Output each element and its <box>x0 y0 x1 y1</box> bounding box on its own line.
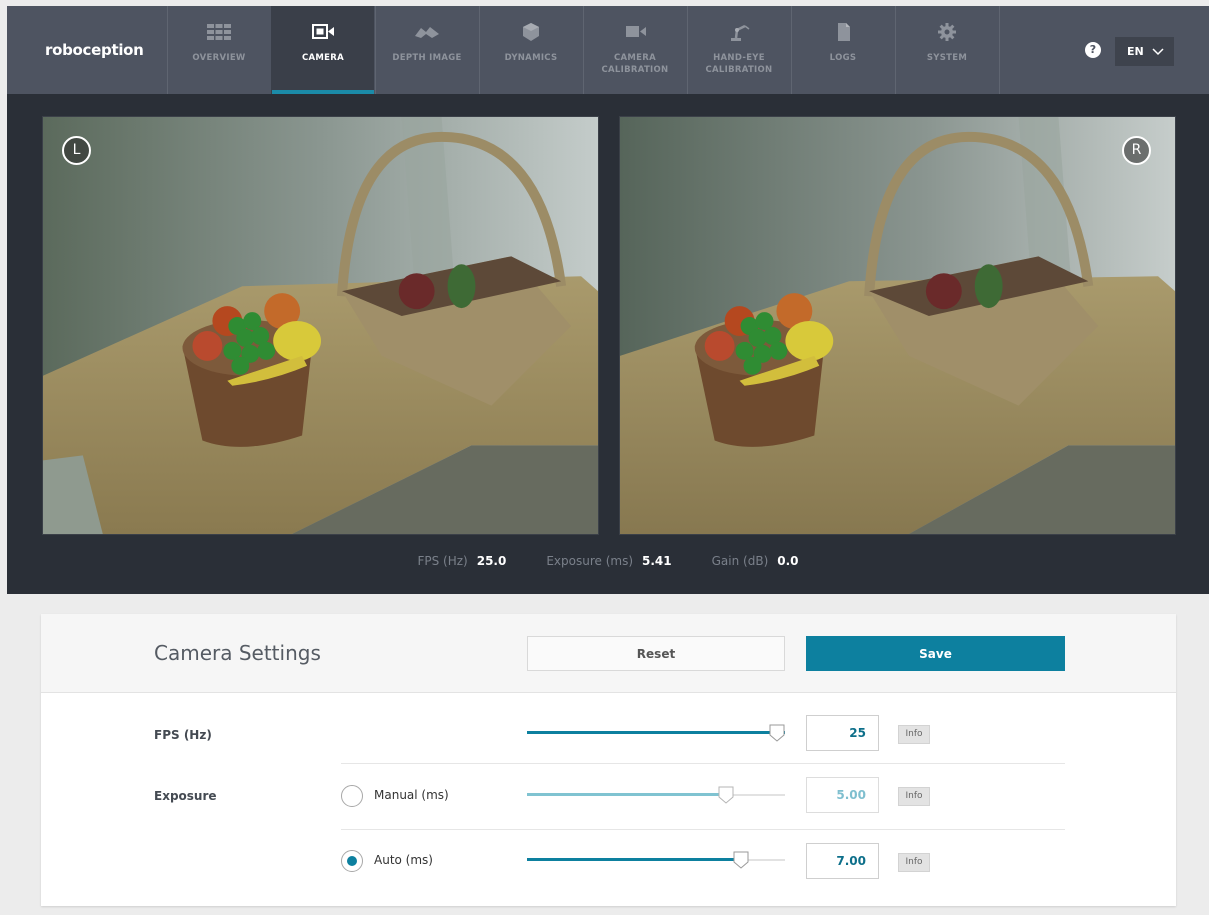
exposure-manual-slider-handle[interactable] <box>718 786 734 804</box>
exposure-auto-label[interactable]: Auto (ms) <box>374 853 433 867</box>
fps-slider[interactable] <box>527 723 785 743</box>
row-divider <box>341 829 1065 830</box>
exposure-stat: Exposure (ms) 5.41 <box>546 554 671 568</box>
fps-stat: FPS (Hz) 25.0 <box>417 554 506 568</box>
camera-image-stage: L R FPS (Hz) 25.0 Exposure (ms) 5.41 Gai… <box>7 94 1209 594</box>
gain-stat-label: Gain (dB) <box>711 554 769 568</box>
language-select[interactable]: EN <box>1115 37 1174 66</box>
fps-input[interactable]: 25 <box>806 715 879 751</box>
exposure-manual-slider-fill <box>527 793 726 796</box>
exposure-manual-info-button[interactable]: Info <box>898 787 930 806</box>
exposure-stat-value: 5.41 <box>642 554 672 568</box>
exposure-auto-slider[interactable] <box>527 850 785 870</box>
row-divider <box>341 763 1065 764</box>
right-camera-image <box>619 116 1176 535</box>
tab-dynamics-label: DYNAMICS <box>504 53 558 63</box>
right-camera-badge: R <box>1122 136 1151 165</box>
exposure-manual-input[interactable]: 5.00 <box>806 777 879 813</box>
tab-overview[interactable]: OVERVIEW <box>167 6 270 94</box>
tab-logs[interactable]: LOGS <box>791 6 894 94</box>
exposure-auto-radio[interactable] <box>341 850 363 872</box>
exposure-stat-label: Exposure (ms) <box>546 554 634 568</box>
left-camera-image <box>42 116 599 535</box>
top-navigation-bar: roboception OVERVIEW CAMERA DEPTH IMAGE … <box>7 6 1209 94</box>
tab-system-label: SYSTEM <box>926 53 968 63</box>
camera-settings-panel: Camera Settings Reset Save FPS (Hz) 25 I… <box>41 614 1176 906</box>
tab-depth-image[interactable]: DEPTH IMAGE <box>375 6 478 94</box>
gain-stat-value: 0.0 <box>777 554 799 568</box>
depth-image-icon <box>415 27 439 38</box>
exposure-auto-info-button[interactable]: Info <box>898 853 930 872</box>
exposure-auto-slider-fill <box>527 858 741 861</box>
chevron-down-icon <box>1152 47 1164 55</box>
fps-label: FPS (Hz) <box>154 728 212 742</box>
left-camera-badge: L <box>62 136 91 165</box>
overview-grid-icon <box>207 24 231 40</box>
fps-stat-label: FPS (Hz) <box>417 554 468 568</box>
camera-calibration-icon <box>626 26 646 37</box>
save-button[interactable]: Save <box>806 636 1065 671</box>
nav-divider <box>999 6 1000 94</box>
robot-arm-icon <box>731 24 750 41</box>
language-value: EN <box>1127 45 1144 58</box>
tab-camera-calibration[interactable]: CAMERA CALIBRATION <box>583 6 686 94</box>
camera-stats: FPS (Hz) 25.0 Exposure (ms) 5.41 Gain (dB)… <box>7 554 1209 568</box>
gain-stat: Gain (dB) 0.0 <box>712 554 799 568</box>
exposure-label: Exposure <box>154 789 217 803</box>
tab-camera-label: CAMERA <box>301 53 344 63</box>
logs-document-icon <box>838 23 850 41</box>
roboception-logo[interactable]: roboception <box>7 6 167 94</box>
fps-info-button[interactable]: Info <box>898 725 930 744</box>
fps-slider-handle[interactable] <box>769 724 785 742</box>
tab-overview-label: OVERVIEW <box>192 53 246 63</box>
tab-dynamics[interactable]: DYNAMICS <box>479 6 582 94</box>
fps-slider-fill <box>527 731 785 734</box>
tab-camera-calibration-label: CAMERA CALIBRATION <box>601 53 669 75</box>
panel-title: Camera Settings <box>154 641 321 665</box>
tab-camera[interactable]: CAMERA <box>271 6 374 94</box>
tab-hand-eye-calibration-label: HAND-EYE CALIBRATION <box>705 53 773 75</box>
tab-hand-eye-calibration[interactable]: HAND-EYE CALIBRATION <box>687 6 790 94</box>
exposure-manual-label[interactable]: Manual (ms) <box>374 788 449 802</box>
panel-header: Camera Settings Reset Save <box>41 614 1176 693</box>
fps-stat-value: 25.0 <box>476 554 507 568</box>
reset-button[interactable]: Reset <box>527 636 785 671</box>
exposure-auto-input[interactable]: 7.00 <box>806 843 879 879</box>
camera-icon <box>312 24 334 39</box>
tab-logs-label: LOGS <box>829 53 857 63</box>
exposure-auto-slider-handle[interactable] <box>733 851 749 869</box>
tab-depth-image-label: DEPTH IMAGE <box>392 53 462 63</box>
system-gear-icon <box>938 23 956 41</box>
exposure-manual-slider[interactable] <box>527 785 785 805</box>
dynamics-cube-icon <box>523 23 539 41</box>
tab-system[interactable]: SYSTEM <box>895 6 998 94</box>
help-icon[interactable]: ? <box>1085 42 1101 58</box>
exposure-manual-radio[interactable] <box>341 785 363 807</box>
